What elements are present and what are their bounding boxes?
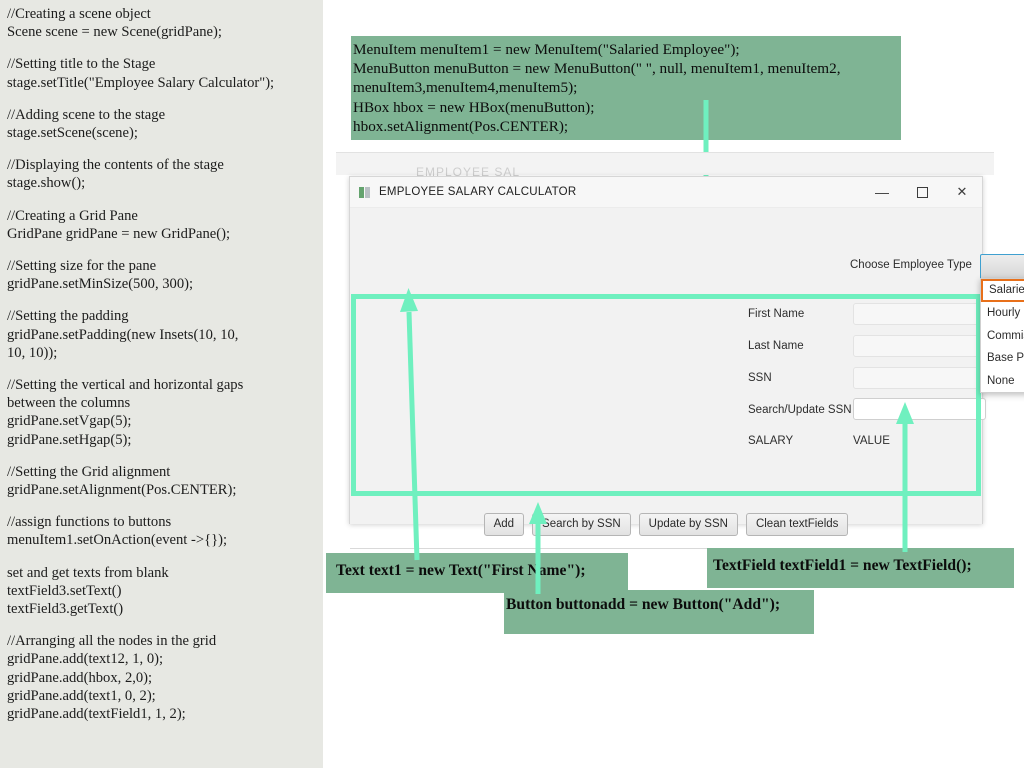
option-hourly-employee[interactable]: Hourly Employee: [981, 302, 1024, 325]
update-by-ssn-button[interactable]: Update by SSN: [638, 513, 738, 536]
label-ssn: SSN: [748, 372, 772, 384]
code-line: stage.setTitle("Employee Salary Calculat…: [7, 74, 275, 91]
minimize-button[interactable]: —: [862, 177, 902, 208]
option-commission-employee[interactable]: Commission Employee: [981, 325, 1024, 348]
code-block: set and get texts from blank textField3.s…: [7, 564, 323, 619]
code-block: //Setting the Grid alignment gridPane.set…: [7, 463, 323, 499]
employee-type-dropdown[interactable]: [980, 254, 1024, 280]
window-title: EMPLOYEE SALARY CALCULATOR: [379, 186, 577, 198]
code-line: gridPane.setVgap(5);: [7, 413, 132, 430]
code-line: between the columns: [7, 395, 131, 412]
code-line: //Displaying the contents of the stage: [7, 157, 224, 174]
application-icon: [359, 186, 371, 198]
annotation-text1: Text text1 = new Text("First Name");: [326, 553, 628, 593]
code-line: //Setting the Grid alignment: [7, 463, 171, 480]
annotation-line: menuItem3,menuItem4,menuItem5);: [353, 79, 578, 97]
close-button[interactable]: ✕: [942, 177, 982, 208]
code-line: Scene scene = new Scene(gridPane);: [7, 24, 222, 41]
code-line: //Creating a Grid Pane: [7, 207, 138, 224]
window-content: Choose Employee Type First Name Last Nam…: [350, 208, 1024, 549]
window-titlebar: EMPLOYEE SALARY CALCULATOR — ✕: [350, 177, 982, 208]
code-block: //Adding scene to the stage stage.setScen…: [7, 106, 323, 142]
annotation-line: MenuItem menuItem1 = new MenuItem("Salar…: [353, 41, 740, 58]
code-line: //Creating a scene object: [7, 6, 151, 22]
action-button-row: Add Search by SSN Update by SSN Clean te…: [350, 513, 982, 536]
arrow-to-textfield: [896, 402, 914, 552]
annotation-line: HBox hbox = new HBox(menuButton);: [353, 98, 595, 116]
code-block: //Setting size for the pane gridPane.setM…: [7, 257, 323, 293]
code-line: gridPane.setHgap(5);: [7, 431, 132, 448]
clean-textfields-button[interactable]: Clean textFields: [745, 513, 849, 536]
choose-employee-type-row: Choose Employee Type: [350, 254, 1024, 282]
code-line: gridPane.add(text12, 1, 0);: [7, 651, 164, 668]
code-line: //Setting title to the Stage: [7, 56, 156, 73]
employee-salary-calculator-window: EMPLOYEE SALARY CALCULATOR — ✕ Choose Em…: [349, 176, 1024, 549]
label-search-update-ssn: Search/Update SSN: [748, 404, 852, 416]
option-base-plus-commission-employee[interactable]: Base Plus Commission Employee: [981, 347, 1024, 370]
code-line: gridPane.setAlignment(Pos.CENTER);: [7, 482, 237, 499]
code-block: //Setting the padding gridPane.setPadding…: [7, 307, 323, 362]
option-salaried-employee[interactable]: Salaried Employee: [981, 279, 1024, 302]
code-block: //assign functions to buttons menuItem1.s…: [7, 513, 323, 549]
code-line: //Setting the vertical and horizontal ga…: [7, 377, 244, 394]
input-search-update-ssn[interactable]: [853, 398, 986, 420]
code-line: stage.setScene(scene);: [7, 125, 138, 142]
annotation-textfield1: TextField textField1 = new TextField();: [707, 548, 1014, 588]
code-line: gridPane.add(text1, 0, 2);: [7, 687, 156, 704]
label-salary: SALARY: [748, 435, 794, 447]
code-line: //assign functions to buttons: [7, 514, 172, 531]
code-line: //Adding scene to the stage: [7, 106, 166, 123]
code-line: //Setting the padding: [7, 308, 129, 325]
code-line: 10, 10));: [7, 344, 58, 361]
code-line: gridPane.add(textField1, 1, 2);: [7, 706, 186, 723]
code-block: //Creating a scene object Scene scene = n…: [7, 5, 323, 41]
code-block: //Arranging all the nodes in the grid gri…: [7, 632, 323, 723]
arrow-to-add-button: [529, 502, 547, 594]
code-line: gridPane.setPadding(new Insets(10, 10,: [7, 326, 239, 343]
add-button[interactable]: Add: [483, 513, 525, 536]
code-line: GridPane gridPane = new GridPane();: [7, 225, 231, 242]
code-line: stage.show();: [7, 175, 86, 192]
code-block: //Setting the vertical and horizontal ga…: [7, 376, 323, 449]
choose-employee-type-label: Choose Employee Type: [850, 259, 972, 271]
annotation-button-add: Button buttonadd = new Button("Add");: [504, 590, 814, 634]
code-block: //Displaying the contents of the stage st…: [7, 156, 323, 192]
label-last-name: Last Name: [748, 340, 804, 352]
label-first-name: First Name: [748, 308, 805, 320]
code-block: //Creating a Grid Pane GridPane gridPane …: [7, 207, 323, 243]
code-line: gridPane.setMinSize(500, 300);: [7, 276, 194, 293]
code-line: //Setting size for the pane: [7, 258, 157, 275]
label-value: VALUE: [853, 435, 890, 447]
code-block: //Setting title to the Stage stage.setTit…: [7, 55, 323, 91]
maximize-button[interactable]: [902, 177, 942, 208]
annotation-line: hbox.setAlignment(Pos.CENTER);: [353, 117, 569, 135]
code-line: textField3.getText(): [7, 601, 124, 618]
code-line: textField3.setText(): [7, 582, 122, 599]
window-controls: — ✕: [862, 177, 982, 208]
code-line: set and get texts from blank: [7, 564, 169, 581]
employee-type-options-list[interactable]: Salaried Employee Hourly Employee Commis…: [980, 278, 1024, 394]
arrow-to-first-name: [400, 288, 420, 561]
annotation-menu-code: MenuItem menuItem1 = new MenuItem("Salar…: [351, 36, 901, 140]
code-line: //Arranging all the nodes in the grid: [7, 633, 217, 650]
code-line: gridPane.add(hbox, 2,0);: [7, 669, 153, 686]
annotation-line: MenuButton menuButton = new MenuButton("…: [353, 60, 841, 78]
code-line: menuItem1.setOnAction(event ->{});: [7, 532, 228, 549]
option-none[interactable]: None: [981, 370, 1024, 393]
code-notes-panel: //Creating a scene object Scene scene = n…: [0, 0, 323, 768]
